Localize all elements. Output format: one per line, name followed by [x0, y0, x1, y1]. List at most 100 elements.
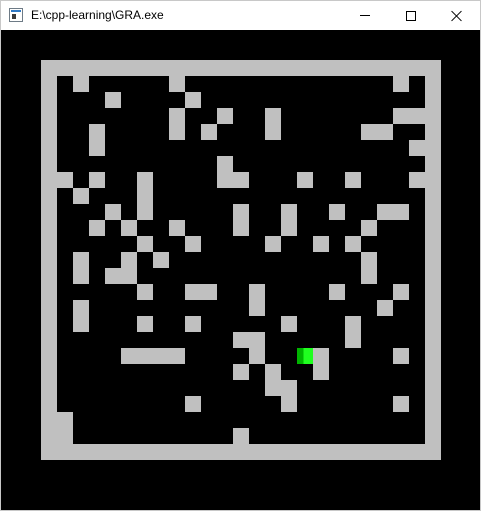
border-wall-cell — [169, 60, 185, 76]
border-wall-cell — [425, 380, 441, 396]
game-canvas[interactable] — [1, 30, 480, 510]
wall-cell — [233, 220, 249, 236]
close-button[interactable] — [434, 1, 480, 30]
wall-cell — [89, 124, 105, 140]
border-wall-cell — [281, 444, 297, 460]
wall-cell — [57, 172, 73, 188]
border-wall-cell — [329, 60, 345, 76]
border-wall-cell — [425, 396, 441, 412]
wall-cell — [217, 156, 233, 172]
wall-cell — [137, 188, 153, 204]
border-wall-cell — [425, 300, 441, 316]
border-wall-cell — [185, 444, 201, 460]
border-wall-cell — [425, 92, 441, 108]
border-wall-cell — [217, 444, 233, 460]
wall-cell — [169, 76, 185, 92]
border-wall-cell — [313, 60, 329, 76]
wall-cell — [393, 348, 409, 364]
border-wall-cell — [425, 124, 441, 140]
border-wall-cell — [41, 236, 57, 252]
wall-cell — [233, 172, 249, 188]
border-wall-cell — [425, 268, 441, 284]
border-wall-cell — [377, 444, 393, 460]
border-wall-cell — [121, 60, 137, 76]
border-wall-cell — [41, 444, 57, 460]
border-wall-cell — [89, 60, 105, 76]
wall-cell — [185, 236, 201, 252]
wall-cell — [265, 124, 281, 140]
border-wall-cell — [329, 444, 345, 460]
wall-cell — [57, 428, 73, 444]
wall-cell — [89, 140, 105, 156]
border-wall-cell — [41, 380, 57, 396]
border-wall-cell — [425, 316, 441, 332]
wall-cell — [345, 332, 361, 348]
wall-cell — [281, 316, 297, 332]
border-wall-cell — [425, 156, 441, 172]
wall-cell — [361, 220, 377, 236]
minimize-button[interactable] — [342, 1, 388, 30]
wall-cell — [185, 396, 201, 412]
border-wall-cell — [425, 444, 441, 460]
wall-cell — [361, 124, 377, 140]
wall-cell — [345, 236, 361, 252]
wall-cell — [265, 108, 281, 124]
wall-cell — [249, 300, 265, 316]
wall-cell — [137, 316, 153, 332]
border-wall-cell — [41, 284, 57, 300]
wall-cell — [169, 108, 185, 124]
wall-cell — [297, 172, 313, 188]
wall-cell — [361, 268, 377, 284]
border-wall-cell — [73, 444, 89, 460]
wall-cell — [169, 124, 185, 140]
border-wall-cell — [201, 444, 217, 460]
border-wall-cell — [425, 236, 441, 252]
wall-cell — [281, 204, 297, 220]
border-wall-cell — [57, 60, 73, 76]
border-wall-cell — [57, 444, 73, 460]
wall-cell — [329, 284, 345, 300]
border-wall-cell — [201, 60, 217, 76]
border-wall-cell — [297, 444, 313, 460]
game-window: E:\cpp-learning\GRA.exe — [0, 0, 481, 511]
border-wall-cell — [409, 60, 425, 76]
title-bar[interactable]: E:\cpp-learning\GRA.exe — [1, 1, 480, 30]
wall-cell — [233, 204, 249, 220]
wall-cell — [153, 348, 169, 364]
wall-cell — [169, 220, 185, 236]
wall-cell — [393, 76, 409, 92]
border-wall-cell — [425, 188, 441, 204]
wall-cell — [73, 300, 89, 316]
wall-cell — [217, 108, 233, 124]
wall-cell — [233, 428, 249, 444]
border-wall-cell — [41, 220, 57, 236]
wall-cell — [153, 252, 169, 268]
wall-cell — [233, 364, 249, 380]
border-wall-cell — [105, 60, 121, 76]
border-wall-cell — [41, 396, 57, 412]
border-wall-cell — [89, 444, 105, 460]
border-wall-cell — [41, 252, 57, 268]
maximize-button[interactable] — [388, 1, 434, 30]
border-wall-cell — [249, 60, 265, 76]
wall-cell — [409, 140, 425, 156]
border-wall-cell — [425, 364, 441, 380]
wall-cell — [121, 220, 137, 236]
border-wall-cell — [377, 60, 393, 76]
border-wall-cell — [425, 284, 441, 300]
wall-cell — [345, 172, 361, 188]
border-wall-cell — [41, 108, 57, 124]
border-wall-cell — [217, 60, 233, 76]
wall-cell — [313, 348, 329, 364]
wall-cell — [105, 92, 121, 108]
wall-cell — [409, 108, 425, 124]
wall-cell — [137, 284, 153, 300]
wall-cell — [265, 380, 281, 396]
border-wall-cell — [425, 140, 441, 156]
border-wall-cell — [409, 444, 425, 460]
wall-cell — [169, 348, 185, 364]
border-wall-cell — [425, 108, 441, 124]
border-wall-cell — [41, 300, 57, 316]
wall-cell — [393, 396, 409, 412]
wall-cell — [393, 204, 409, 220]
